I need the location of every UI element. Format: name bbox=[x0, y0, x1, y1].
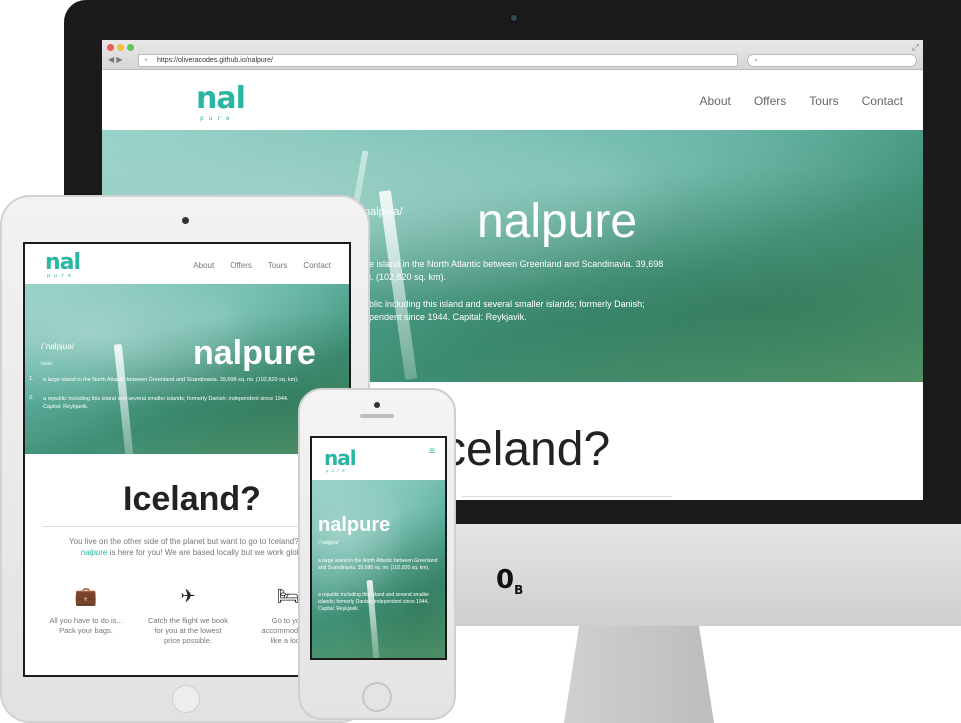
address-bar[interactable]: + https://oliveracodes.github.io/nalpure… bbox=[138, 54, 738, 67]
brand-mark-main: 0 bbox=[496, 565, 515, 595]
imac-stand bbox=[564, 626, 714, 723]
site-logo[interactable]: nal bbox=[324, 448, 357, 468]
site-logo[interactable]: nal bbox=[196, 84, 246, 114]
nav-offers[interactable]: Offers bbox=[230, 261, 252, 270]
imac-camera bbox=[510, 14, 518, 22]
ipad-camera bbox=[182, 217, 189, 224]
minimize-dot-icon[interactable] bbox=[117, 44, 124, 51]
iphone-speaker bbox=[360, 414, 394, 418]
brand-link[interactable]: nalpure bbox=[81, 548, 108, 557]
hero-definition-1: a large island in the North Atlantic bet… bbox=[318, 558, 438, 571]
definition-line: ependent since 1944. Capital: Reykjavik. bbox=[364, 312, 527, 322]
definition-line: a republic including this island and sev… bbox=[43, 396, 289, 402]
intro-heading: celand? bbox=[442, 423, 611, 476]
feature-pack: 💼 All you have to do is... Pack your bag… bbox=[41, 586, 131, 636]
site-logo-sub: pure bbox=[200, 115, 235, 122]
hero-pronunciation: nalpjua/ bbox=[364, 206, 403, 218]
hero-definition-2: a republic including this island and sev… bbox=[318, 592, 430, 612]
feature-line: for you at the lowest bbox=[154, 626, 222, 635]
iphone-home-button[interactable] bbox=[362, 682, 392, 712]
nav-tours[interactable]: Tours bbox=[268, 261, 288, 270]
hero-word-class: noun bbox=[41, 361, 53, 367]
url-text: https://oliveracodes.github.io/nalpure/ bbox=[157, 57, 273, 64]
airplane-icon: ✈ bbox=[180, 586, 196, 606]
hero-section: nalpure /ˈnalpjʊə/ a large island in the… bbox=[312, 480, 445, 658]
divider bbox=[43, 526, 333, 527]
definition-line: ge island in the North Atlantic between … bbox=[364, 259, 664, 269]
feature-line: Pack your bags. bbox=[59, 626, 113, 635]
definition-number: 2. bbox=[29, 395, 34, 401]
browser-search-input[interactable]: ⌕ bbox=[747, 54, 917, 67]
close-dot-icon[interactable] bbox=[107, 44, 114, 51]
expand-icon[interactable]: ⤢ bbox=[912, 42, 919, 53]
nav-about[interactable]: About bbox=[193, 261, 214, 270]
hero-pronunciation: /ˈnalpjʊə/ bbox=[318, 540, 339, 546]
feature-line: price possible. bbox=[164, 636, 212, 645]
feature-text: All you have to do is... Pack your bags. bbox=[41, 616, 131, 636]
definition-line: ni. (102,820 sq. km). bbox=[364, 272, 447, 282]
paragraph-text: is here for you! We are based locally bu… bbox=[107, 548, 314, 557]
maximize-dot-icon[interactable] bbox=[127, 44, 134, 51]
hero-pronunciation: /ˈnalpjʊə/ bbox=[41, 342, 75, 351]
site-navbar: nal pure About Offers Tours Contact bbox=[25, 244, 349, 284]
waterfall-image bbox=[378, 190, 418, 380]
suitcase-icon: 💼 bbox=[74, 586, 98, 606]
site-menu: About Offers Tours Contact bbox=[193, 261, 331, 270]
feature-line: All you have to do is... bbox=[49, 616, 123, 625]
site-navbar: nal pure About Offers Tours Contact bbox=[102, 70, 923, 130]
browser-toolbar: ◀ ▶ + https://oliveracodes.github.io/nal… bbox=[102, 40, 923, 70]
feature-text: Catch the flight we book for you at the … bbox=[143, 616, 233, 646]
nav-about[interactable]: About bbox=[699, 94, 730, 108]
site-menu: About Offers Tours Contact bbox=[699, 94, 903, 108]
iphone-camera bbox=[374, 402, 380, 408]
nav-tours[interactable]: Tours bbox=[809, 94, 838, 108]
magnifier-icon: ⌕ bbox=[754, 57, 758, 64]
hamburger-menu-icon[interactable]: ≡ bbox=[429, 446, 435, 457]
hero-definition-1: ge island in the North Atlantic between … bbox=[364, 258, 663, 284]
site-navbar: nal pure ≡ bbox=[312, 438, 445, 480]
back-forward-icon[interactable]: ◀ ▶ bbox=[108, 55, 123, 64]
hero-definition-1: a large island in the North Atlantic bet… bbox=[43, 377, 299, 383]
site-logo-sub: pure bbox=[47, 273, 76, 279]
site-logo-sub: pure bbox=[326, 468, 348, 473]
divider bbox=[462, 496, 672, 497]
hero-title: nalpure bbox=[193, 334, 316, 372]
feature-flight: ✈ Catch the flight we book for you at th… bbox=[143, 586, 233, 646]
hero-definition-2: ublic including this island and several … bbox=[364, 298, 645, 324]
nav-contact[interactable]: Contact bbox=[303, 261, 331, 270]
nav-offers[interactable]: Offers bbox=[754, 94, 786, 108]
brand-mark-sub: B bbox=[514, 583, 524, 598]
iphone-mockup: nal pure ≡ nalpure /ˈnalpjʊə/ a large is… bbox=[298, 388, 456, 720]
site-logo[interactable]: nal bbox=[45, 252, 81, 274]
definition-number: 1. bbox=[29, 376, 34, 382]
intro-heading: Iceland? bbox=[123, 480, 261, 518]
brand-mark: 0B bbox=[496, 565, 523, 597]
new-tab-icon[interactable]: + bbox=[144, 55, 148, 67]
hero-title: nalpure bbox=[477, 195, 638, 248]
feature-line: Catch the flight we book bbox=[147, 616, 229, 625]
nav-contact[interactable]: Contact bbox=[862, 94, 903, 108]
hero-title: nalpure bbox=[318, 514, 391, 536]
iphone-screen: nal pure ≡ nalpure /ˈnalpjʊə/ a large is… bbox=[310, 436, 447, 660]
ipad-home-button[interactable] bbox=[172, 685, 200, 713]
definition-line: ublic including this island and several … bbox=[364, 299, 645, 309]
